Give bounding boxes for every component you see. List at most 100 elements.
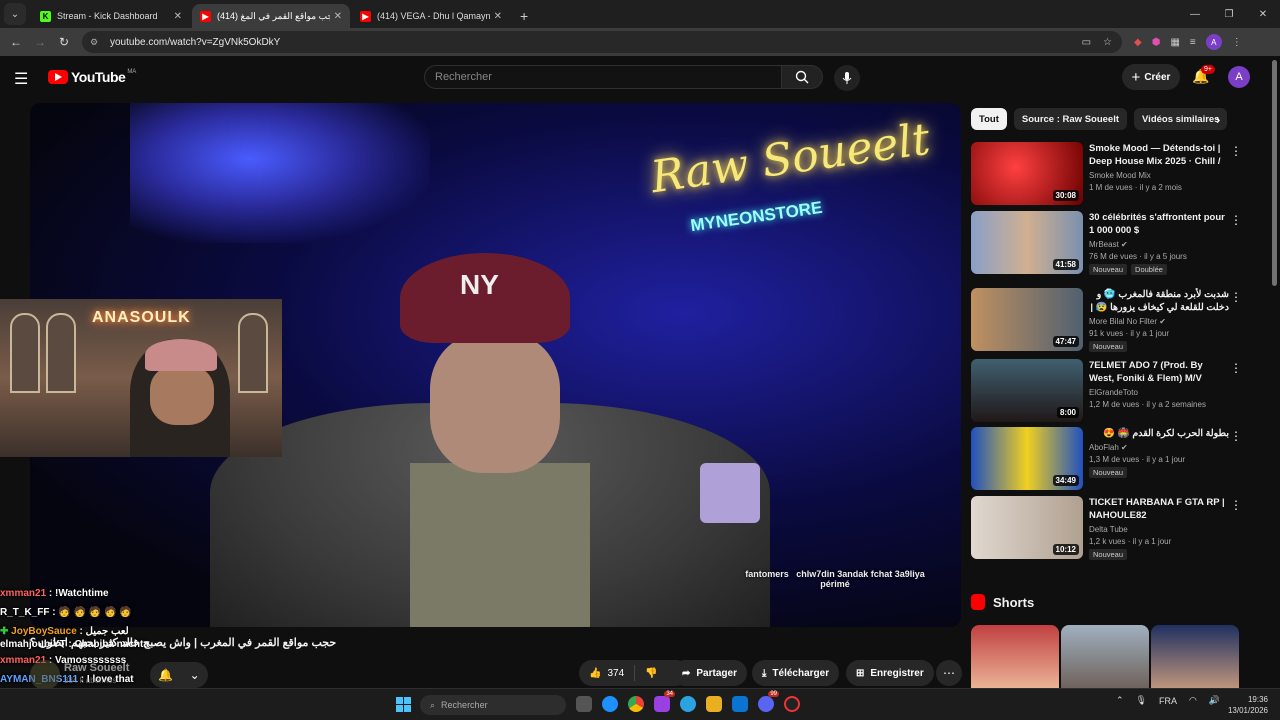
recommended-video[interactable]: 10:12 TICKET HARBANA F GTA RP | NAHOULE8…	[971, 496, 1242, 560]
browser-menu-icon[interactable]: ⋮	[1232, 37, 1242, 48]
recommended-video[interactable]: 30:08 Smoke Mood — Détends-toi | Deep Ho…	[971, 142, 1242, 206]
more-options-icon[interactable]: ⋮	[1230, 290, 1242, 304]
volume-icon[interactable]: 🔊	[1209, 695, 1220, 706]
more-actions-button[interactable]: ⋯	[936, 660, 962, 686]
task-view-icon[interactable]	[576, 696, 592, 712]
more-options-icon[interactable]: ⋮	[1230, 361, 1242, 375]
dislike-button[interactable]: 👎	[635, 668, 667, 679]
discord-icon[interactable]: 99	[758, 691, 779, 712]
extensions-area: ◆ ⬢ ▦ ≡ A ⋮	[1134, 34, 1242, 50]
wifi-icon[interactable]: ◠	[1189, 695, 1197, 706]
reading-list-icon[interactable]: ≡	[1190, 37, 1196, 48]
obs-icon[interactable]	[784, 696, 800, 712]
create-button[interactable]: + Créer	[1122, 64, 1180, 90]
channel-avatar[interactable]	[30, 660, 60, 690]
video-thumbnail[interactable]: 30:08	[971, 142, 1083, 205]
new-tab-button[interactable]: +	[520, 8, 528, 24]
reload-icon[interactable]: ↻	[52, 35, 76, 49]
recommended-video[interactable]: 34:49 بطولة الحرب لكرة القدم 🏟️ 😍 AboFla…	[971, 427, 1242, 491]
taskbar-search-input[interactable]: ⌕ Rechercher	[420, 695, 566, 715]
chrome-icon[interactable]	[628, 696, 644, 712]
short-thumbnail[interactable]	[1061, 625, 1149, 695]
close-tab-icon[interactable]: ✕	[174, 11, 182, 22]
edge-icon[interactable]	[602, 696, 618, 712]
recommended-channel[interactable]: More Bilal No Filter ✔	[1089, 317, 1229, 326]
extension-icon[interactable]: ⬢	[1152, 37, 1161, 48]
taskbar-search-placeholder: Rechercher	[441, 700, 488, 710]
recommended-channel[interactable]: ElGrandeToto	[1089, 388, 1229, 397]
chip-all[interactable]: Tout	[971, 108, 1007, 130]
cast-icon[interactable]: ▭	[1082, 37, 1091, 48]
more-options-icon[interactable]: ⋮	[1230, 429, 1242, 443]
file-explorer-icon[interactable]	[706, 696, 722, 712]
extensions-puzzle-icon[interactable]: ▦	[1170, 37, 1179, 48]
save-button[interactable]: ⊞ Enregistrer	[846, 660, 934, 686]
channel-name[interactable]: Raw Soueelt	[64, 662, 129, 674]
close-window-icon[interactable]: ✕	[1246, 9, 1280, 20]
recommended-title[interactable]: بطولة الحرب لكرة القدم 🏟️ 😍	[1089, 427, 1229, 440]
more-options-icon[interactable]: ⋮	[1230, 144, 1242, 158]
recommended-video[interactable]: 41:58 30 célébrités s'affrontent pour 1 …	[971, 211, 1242, 275]
more-options-icon[interactable]: ⋮	[1230, 213, 1242, 227]
voice-search-button[interactable]	[834, 65, 860, 91]
youtube-logo[interactable]: YouTube MA	[48, 69, 136, 85]
url-field[interactable]: ⚙ youtube.com/watch?v=ZgVNk5OkDkY ▭ ☆	[82, 31, 1122, 53]
chevron-up-icon[interactable]: ⌃	[1116, 695, 1124, 706]
tab-search-icon[interactable]: ⌄	[4, 3, 26, 25]
bookmark-star-icon[interactable]: ☆	[1103, 37, 1112, 48]
menu-hamburger-icon[interactable]: ☰	[14, 69, 28, 89]
more-options-icon[interactable]: ⋮	[1230, 498, 1242, 512]
search-input[interactable]: Rechercher	[424, 65, 782, 89]
keyboard-language[interactable]: FRA	[1159, 696, 1177, 706]
taskbar-clock[interactable]: 19:36 13/01/2026	[1226, 694, 1268, 716]
recommended-video[interactable]: 8:00 7ELMET ADO 7 (Prod. By West, Foniki…	[971, 359, 1242, 423]
restore-icon[interactable]: ❐	[1212, 9, 1246, 20]
short-thumbnail[interactable]	[971, 625, 1059, 695]
video-thumbnail[interactable]: 34:49	[971, 427, 1083, 490]
forward-icon[interactable]: →	[28, 35, 52, 49]
telegram-icon[interactable]	[680, 696, 696, 712]
download-button[interactable]: ⤓ Télécharger	[752, 660, 840, 686]
chevron-right-icon[interactable]: ›	[1216, 112, 1220, 127]
video-thumbnail[interactable]: 10:12	[971, 496, 1083, 559]
recommended-title[interactable]: 7ELMET ADO 7 (Prod. By West, Foniki & Fl…	[1089, 359, 1229, 385]
microphone-icon[interactable]: 🎙	[1136, 695, 1147, 706]
share-button[interactable]: ➦ Partager	[672, 660, 747, 686]
caption-text: chlw7din 3andak fchat 3a9liya	[796, 569, 925, 579]
site-info-icon[interactable]: ⚙	[90, 37, 102, 48]
close-tab-icon[interactable]: ✕	[494, 11, 502, 22]
recommended-title[interactable]: Smoke Mood — Détends-toi | Deep House Mi…	[1089, 142, 1229, 168]
video-thumbnail[interactable]: 8:00	[971, 359, 1083, 422]
tab-kick-dashboard[interactable]: K Stream - Kick Dashboard ✕	[32, 4, 190, 28]
recommended-channel[interactable]: MrBeast ✔	[1089, 240, 1229, 249]
short-thumbnail[interactable]	[1151, 625, 1239, 695]
vscode-icon[interactable]	[732, 696, 748, 712]
profile-avatar[interactable]: A	[1205, 34, 1222, 50]
chip-similar[interactable]: Vidéos similaires	[1134, 108, 1228, 130]
windows-start-button[interactable]	[396, 697, 412, 713]
extension-icon[interactable]: ◆	[1134, 37, 1142, 48]
caption-text-line2: périmé	[820, 579, 850, 589]
channel-label: AboFlah	[1089, 443, 1119, 452]
minimize-icon[interactable]: —	[1178, 9, 1212, 20]
recommended-title[interactable]: شدبت لأبرد منطقة فالمغرب 🥶 و دخلت للقلعة…	[1089, 288, 1229, 314]
page-scrollbar[interactable]	[1272, 60, 1277, 286]
back-icon[interactable]: ←	[4, 35, 28, 49]
subscription-bell-button[interactable]: 🔔 ⌄	[150, 662, 208, 688]
like-button[interactable]: 👍 374	[579, 665, 636, 681]
tab-current-video[interactable]: ▶ حجب مواقع القمر في المغ (414) ✕	[192, 4, 350, 28]
tab-vega-video[interactable]: ▶ (414) VEGA - Dhu l Qamayn Pr... ✕	[352, 4, 510, 28]
recommended-channel[interactable]: Delta Tube	[1089, 525, 1229, 534]
recommended-channel[interactable]: Smoke Mood Mix	[1089, 171, 1229, 180]
close-tab-icon[interactable]: ✕	[334, 11, 342, 22]
recommended-video[interactable]: 47:47 شدبت لأبرد منطقة فالمغرب 🥶 و دخلت …	[971, 288, 1242, 352]
video-thumbnail[interactable]: 41:58	[971, 211, 1083, 274]
recommended-channel[interactable]: AboFlah ✔	[1089, 443, 1229, 452]
video-thumbnail[interactable]: 47:47	[971, 288, 1083, 351]
recommended-title[interactable]: TICKET HARBANA F GTA RP | NAHOULE82	[1089, 496, 1229, 522]
search-button[interactable]	[781, 65, 823, 89]
app-icon[interactable]: 34	[654, 691, 675, 712]
chip-source[interactable]: Source : Raw Soueelt	[1013, 108, 1128, 130]
account-avatar[interactable]: A	[1228, 66, 1250, 88]
recommended-title[interactable]: 30 célébrités s'affrontent pour 1 000 00…	[1089, 211, 1229, 237]
